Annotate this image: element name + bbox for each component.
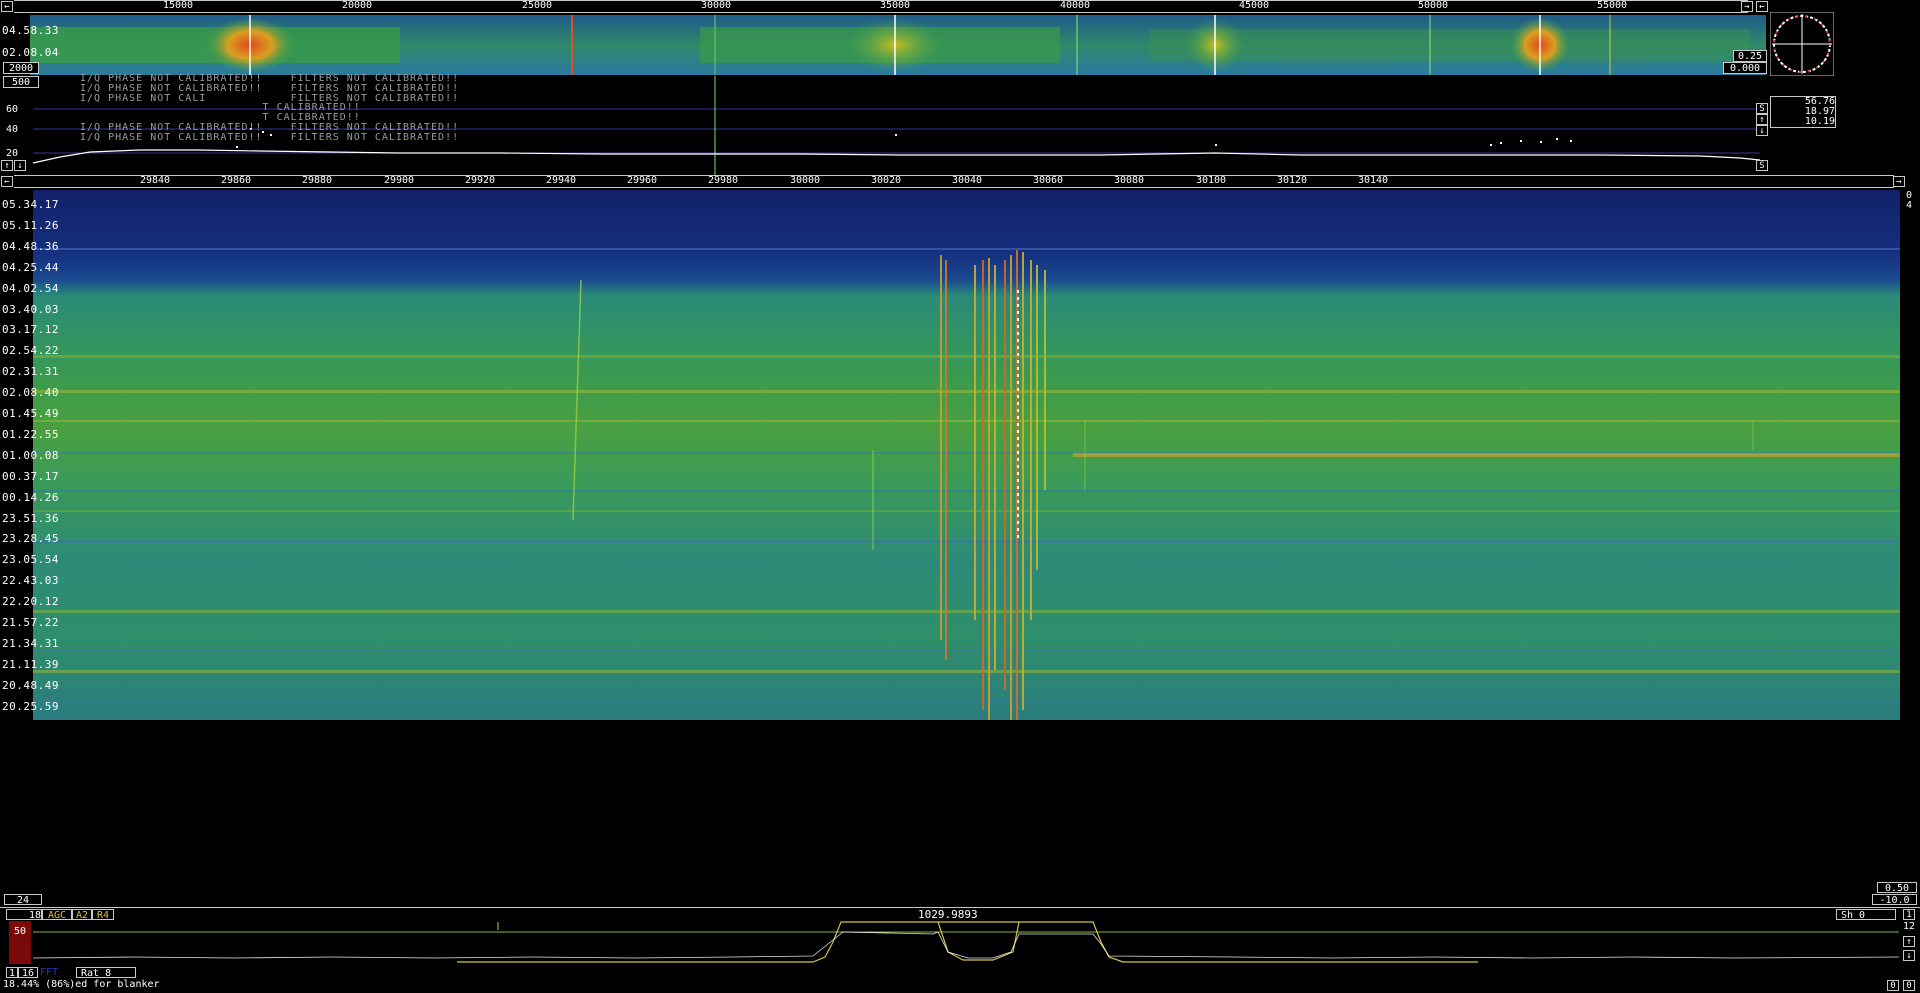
main-scale-tick-label: 29860 — [220, 175, 252, 186]
scroll-left-button-2[interactable]: ← — [1756, 1, 1768, 12]
main-time-label: 01.00.08 — [2, 449, 59, 462]
bottom-right-button-2[interactable]: 0 — [1903, 980, 1915, 991]
wide-scale-tick-label: 30000 — [700, 0, 732, 11]
main-scale-tick-label: 30020 — [870, 175, 902, 186]
main-time-label: 22.20.12 — [2, 595, 59, 608]
main-time-label: 03.40.03 — [2, 303, 59, 316]
main-scale-tick-label: 30060 — [1032, 175, 1064, 186]
main-time-label: 04.25.44 — [2, 261, 59, 274]
main-time-label: 23.51.36 — [2, 512, 59, 525]
main-scroll-right-button[interactable]: → — [1893, 176, 1905, 187]
main-time-label: 23.28.45 — [2, 532, 59, 545]
wide-scale-tick-label: 55000 — [1596, 0, 1628, 11]
main-right-second: 4 — [1906, 200, 1913, 211]
bottom-button-1[interactable]: 1 — [6, 967, 18, 979]
wide-scale-tick-label: 15000 — [162, 0, 194, 11]
wide-time-label: 02.08.04 — [2, 46, 59, 59]
spectrum-side-values: 56.76 18.97 10.19 — [1770, 96, 1836, 128]
main-time-label: 02.31.31 — [2, 365, 59, 378]
bottom-right-button-1[interactable]: 0 — [1887, 980, 1899, 991]
spectrum-side-button-s2[interactable]: S — [1756, 160, 1768, 171]
wide-scale-tick-label: 25000 — [521, 0, 553, 11]
wide-scale-tick-label: 50000 — [1417, 0, 1449, 11]
spectrum-down-button[interactable]: ↓ — [1756, 125, 1768, 136]
phase-scope-icon — [1770, 12, 1834, 76]
scroll-right-button[interactable]: → — [1741, 1, 1753, 12]
baseband-up-button[interactable]: ↑ — [1903, 936, 1915, 947]
spectrum-up-button[interactable]: ↑ — [1756, 114, 1768, 125]
calibration-warning-line: I/Q PHASE NOT CALIBRATED!! FILTERS NOT C… — [80, 132, 460, 143]
side-value-3: 10.19 — [1804, 116, 1835, 127]
nav-down-button[interactable]: ↓ — [14, 160, 26, 171]
main-time-label: 20.48.49 — [2, 679, 59, 692]
wide-scale-tick-label: 45000 — [1238, 0, 1270, 11]
main-time-label: 21.57.22 — [2, 616, 59, 629]
level-value: 50 — [14, 926, 27, 937]
main-time-label: 02.08.40 — [2, 386, 59, 399]
wide-right-bottom-box[interactable]: 0.000 — [1723, 62, 1767, 74]
main-scale-tick-label: 29940 — [545, 175, 577, 186]
main-scale-tick-label: 29980 — [707, 175, 739, 186]
wide-left-value-box[interactable]: 2000 — [3, 62, 39, 74]
main-waterfall[interactable] — [33, 190, 1900, 720]
wide-right-top-box[interactable]: 0.25 — [1733, 50, 1767, 62]
main-time-label: 02.54.22 — [2, 344, 59, 357]
rat-box[interactable]: Rat 8 — [76, 967, 136, 979]
waterfall-average-box[interactable]: 24 — [4, 894, 42, 906]
right-num-12: 12 — [1903, 921, 1916, 932]
main-scroll-left-button[interactable]: ← — [1, 176, 13, 187]
bottom-button-16[interactable]: 16 — [18, 967, 38, 979]
main-time-label: 22.43.03 — [2, 574, 59, 587]
main-scale-tick-label: 29900 — [383, 175, 415, 186]
main-time-label: 04.48.36 — [2, 240, 59, 253]
main-time-label: 00.14.26 — [2, 491, 59, 504]
main-time-label: 03.17.12 — [2, 323, 59, 336]
wide-scale-tick-label: 20000 — [341, 0, 373, 11]
fft-label: FFT — [40, 967, 59, 978]
main-time-label: 00.37.17 — [2, 470, 59, 483]
main-time-label: 21.11.39 — [2, 658, 59, 671]
main-time-label: 21.34.31 — [2, 637, 59, 650]
right-num-1[interactable]: 1 — [1903, 909, 1915, 920]
blanker-status: 18.44% (86%)ed for blanker — [3, 979, 160, 990]
wide-time-label: 04.58.33 — [2, 24, 59, 37]
baseband-down-button[interactable]: ↓ — [1903, 950, 1915, 961]
spectrum-side-button-s[interactable]: S — [1756, 103, 1768, 114]
main-scale-tick-label: 30100 — [1195, 175, 1227, 186]
main-time-label: 20.25.59 — [2, 700, 59, 713]
main-time-label: 05.11.26 — [2, 219, 59, 232]
nav-up-button[interactable]: ↑ — [1, 160, 13, 171]
main-scale-tick-label: 29920 — [464, 175, 496, 186]
main-scale-tick-label: 29880 — [301, 175, 333, 186]
baseband-graph[interactable] — [33, 912, 1899, 970]
main-scale-tick-label: 29840 — [139, 175, 171, 186]
main-time-label: 01.45.49 — [2, 407, 59, 420]
wide-waterfall[interactable] — [0, 13, 1768, 75]
main-time-label: 05.34.17 — [2, 198, 59, 211]
main-scale-tick-label: 30040 — [951, 175, 983, 186]
main-scale-tick-label: 29960 — [626, 175, 658, 186]
main-scale-tick-label: 30120 — [1276, 175, 1308, 186]
main-time-label: 23.05.54 — [2, 553, 59, 566]
main-scale-tick-label: 30000 — [789, 175, 821, 186]
main-time-label: 04.02.54 — [2, 282, 59, 295]
main-scale-tick-label: 30140 — [1357, 175, 1389, 186]
wide-scale-tick-label: 35000 — [879, 0, 911, 11]
main-time-label: 01.22.55 — [2, 428, 59, 441]
bottom-right-bottom-box[interactable]: -10.0 — [1872, 894, 1917, 906]
main-scale-tick-label: 30080 — [1113, 175, 1145, 186]
scroll-left-button[interactable]: ← — [1, 1, 13, 12]
bottom-right-top-box[interactable]: 0.50 — [1877, 882, 1917, 894]
wide-scale-tick-label: 40000 — [1059, 0, 1091, 11]
